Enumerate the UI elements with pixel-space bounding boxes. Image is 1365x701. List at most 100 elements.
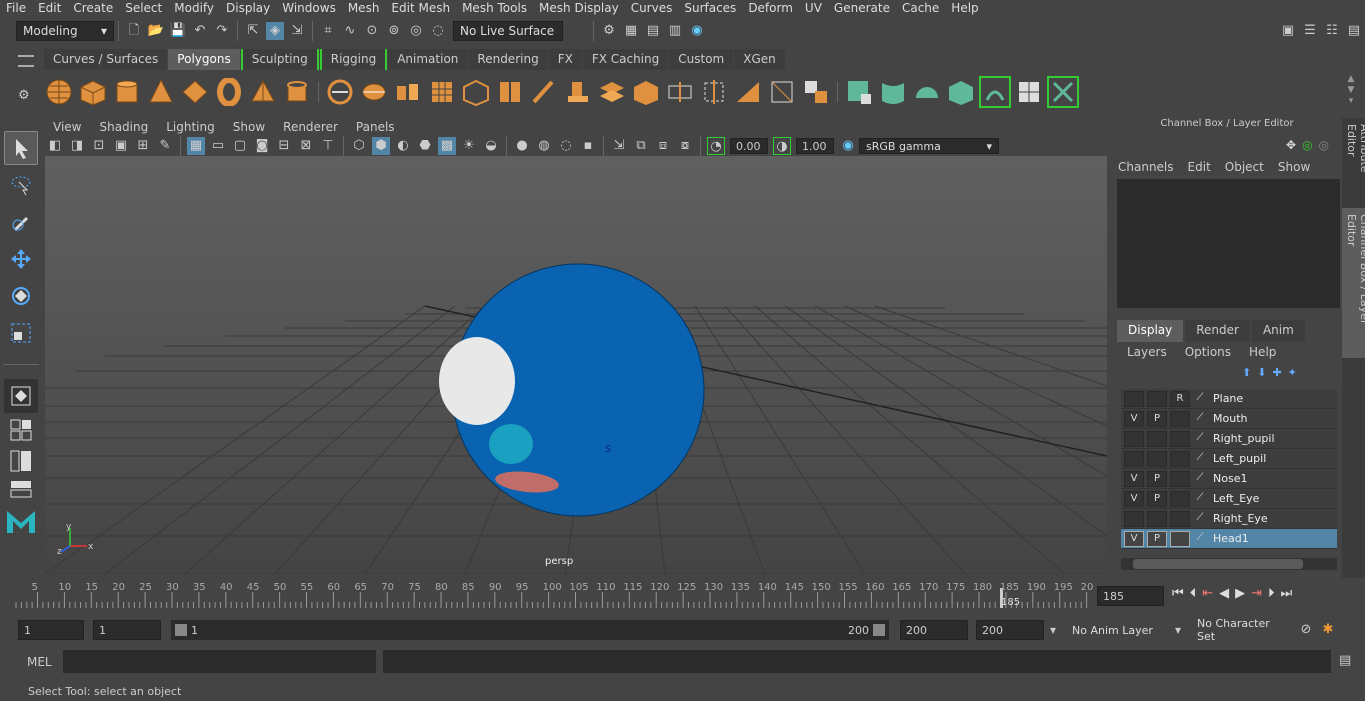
playback-end-field[interactable] — [900, 620, 968, 640]
layer-name[interactable]: Left_Eye — [1213, 492, 1259, 505]
create-polygon-icon[interactable] — [528, 76, 560, 108]
wireframe-icon[interactable]: ⬡ — [350, 137, 368, 155]
auto-key-icon[interactable]: ⊘ — [1297, 621, 1315, 639]
layer-playback-toggle[interactable] — [1147, 390, 1167, 407]
shelf-tab-fx-caching[interactable]: FX Caching — [582, 49, 669, 70]
step-back-key-icon[interactable]: ⇤ — [1202, 586, 1213, 601]
move-layer-down-icon[interactable]: ⬇ — [1257, 366, 1266, 379]
snap-view-plane-icon[interactable]: ⊚ — [385, 22, 403, 40]
layer-playback-toggle[interactable]: P — [1147, 490, 1167, 507]
layer-list-scrollbar[interactable] — [1121, 558, 1337, 570]
step-back-frame-icon[interactable]: ⏴ — [1190, 586, 1197, 601]
field-chart-icon[interactable]: ⊟ — [275, 137, 293, 155]
use-all-lights-icon[interactable]: ☀ — [460, 137, 478, 155]
layer-name[interactable]: Left_pupil — [1213, 452, 1266, 465]
toggle-channel-box-icon[interactable]: ▤ — [1345, 22, 1363, 40]
uv-layout-icon[interactable] — [1047, 75, 1079, 108]
menu-windows[interactable]: Windows — [276, 1, 342, 15]
lasso-tool-icon[interactable] — [4, 168, 38, 202]
shelf-tab-curves-surfaces[interactable]: Curves / Surfaces — [44, 49, 168, 70]
layer-visibility-toggle[interactable]: V — [1124, 490, 1144, 507]
nose1-sphere[interactable] — [489, 424, 533, 464]
layer-color-swatch[interactable]: ⟋ — [1193, 531, 1207, 547]
uv-editor-icon[interactable] — [1013, 76, 1045, 108]
exposure-icon[interactable]: ◔ — [707, 137, 725, 155]
menu-modify[interactable]: Modify — [168, 1, 220, 15]
save-scene-icon[interactable]: 💾 — [169, 22, 187, 40]
select-by-object-icon[interactable]: ◈ — [266, 21, 284, 40]
channel-menu-edit[interactable]: Edit — [1188, 160, 1211, 178]
tab-attribute-editor[interactable]: Attribute Editor — [1342, 118, 1365, 208]
live-surface-field[interactable]: No Live Surface — [453, 20, 563, 41]
snap-curve-icon[interactable]: ∿ — [341, 22, 359, 40]
bookmarks-icon[interactable]: ⊡ — [90, 137, 108, 155]
range-slider-bar[interactable]: 1 200 — [171, 620, 889, 640]
animation-preferences-icon[interactable]: ✱ — [1319, 621, 1337, 639]
render-frame-icon[interactable]: ▦ — [622, 22, 640, 40]
shelf-tab-polygons[interactable]: Polygons — [168, 49, 240, 70]
menu-surfaces[interactable]: Surfaces — [678, 1, 742, 15]
step-forward-frame-icon[interactable]: ⏵ — [1268, 586, 1275, 601]
shelf-settings-icon[interactable]: ⚙ — [18, 88, 30, 103]
menu-edit-mesh[interactable]: Edit Mesh — [385, 1, 456, 15]
workspace-selector[interactable]: Modeling ▾ — [16, 20, 114, 41]
toggle-tool-settings-icon[interactable]: ☷ — [1323, 22, 1341, 40]
chevron-down-icon[interactable]: ▾ — [1050, 623, 1062, 637]
layer-playback-toggle[interactable] — [1147, 450, 1167, 467]
motion-blur-icon[interactable]: ◍ — [535, 137, 553, 155]
poly-cylinder-icon[interactable] — [111, 76, 143, 108]
layer-row[interactable]: ⟋ Left_pupil — [1121, 449, 1337, 469]
gamma-field[interactable] — [796, 138, 834, 154]
menu-curves[interactable]: Curves — [625, 1, 679, 15]
shelf-tab-rendering[interactable]: Rendering — [468, 49, 548, 70]
menu-deform[interactable]: Deform — [742, 1, 799, 15]
manipulator-icon[interactable]: ✥ — [1286, 138, 1296, 152]
layer-name[interactable]: Nose1 — [1213, 472, 1247, 485]
chevron-down-icon[interactable]: ▾ — [1175, 623, 1187, 637]
layer-name[interactable]: Right_Eye — [1213, 512, 1268, 525]
select-by-component-icon[interactable]: ⇲ — [288, 22, 306, 40]
layer-name[interactable]: Plane — [1213, 392, 1243, 405]
menu-file[interactable]: File — [0, 1, 32, 15]
rotate-tool-icon[interactable] — [4, 279, 38, 313]
toggle-attribute-editor-icon[interactable]: ☰ — [1301, 22, 1319, 40]
go-to-start-icon[interactable]: ⏮ — [1172, 586, 1184, 601]
hyper-icon[interactable]: ◎ — [1319, 138, 1329, 152]
layer-tab-display[interactable]: Display — [1117, 320, 1184, 342]
select-tool-icon[interactable] — [4, 131, 38, 165]
perspective-viewport[interactable]: s y x z persp — [45, 156, 1107, 574]
screen-space-ao-icon[interactable]: ● — [513, 137, 531, 155]
anim-layer-select[interactable]: No Anim Layer — [1066, 620, 1169, 640]
layer-color-swatch[interactable]: ⟋ — [1193, 431, 1207, 447]
play-backwards-icon[interactable]: ◀ — [1219, 586, 1229, 601]
uv-unfold-icon[interactable] — [979, 75, 1011, 108]
layer-display-type-toggle[interactable] — [1170, 450, 1190, 467]
poly-plane-icon[interactable] — [179, 76, 211, 108]
layer-color-swatch[interactable]: ⟋ — [1193, 491, 1207, 507]
time-slider[interactable]: 185 5 10 15 20 25 30 35 40 45 50 55 60 65 70 75 80 85 90 9… — [15, 578, 1095, 612]
paint-select-tool-icon[interactable] — [4, 205, 38, 239]
shelf-tab-animation[interactable]: Animation — [388, 49, 468, 70]
command-input[interactable] — [63, 650, 376, 673]
scale-tool-icon[interactable] — [4, 316, 38, 350]
layer-menu-help[interactable]: Help — [1249, 345, 1276, 361]
new-empty-layer-icon[interactable]: ✚ — [1272, 366, 1281, 379]
poly-pyramid-icon[interactable] — [247, 76, 279, 108]
workspace-layout-icon[interactable]: ▣ — [1279, 22, 1297, 40]
safe-title-icon[interactable]: ⊤ — [319, 137, 337, 155]
insert-edge-loop-icon[interactable] — [664, 76, 696, 108]
menu-display[interactable]: Display — [220, 1, 276, 15]
view-transform-select[interactable]: sRGB gamma ▾ — [859, 138, 999, 154]
poly-sphere-icon[interactable] — [43, 76, 75, 108]
layer-row[interactable]: V P ⟋ Nose1 — [1121, 469, 1337, 489]
menu-cache[interactable]: Cache — [896, 1, 945, 15]
poly-torus-icon[interactable] — [213, 76, 245, 108]
scrollbar-thumb[interactable] — [1133, 559, 1303, 569]
append-polygon-icon[interactable] — [800, 76, 832, 108]
smooth-shade-icon[interactable]: ⬢ — [372, 137, 390, 155]
bevel-icon[interactable] — [630, 76, 662, 108]
layer-name[interactable]: Mouth — [1213, 412, 1247, 425]
layer-row[interactable]: V P ⟋ Mouth — [1121, 409, 1337, 429]
shelf-tab-sculpting[interactable]: Sculpting — [240, 49, 319, 70]
safe-action-icon[interactable]: ⊠ — [297, 137, 315, 155]
